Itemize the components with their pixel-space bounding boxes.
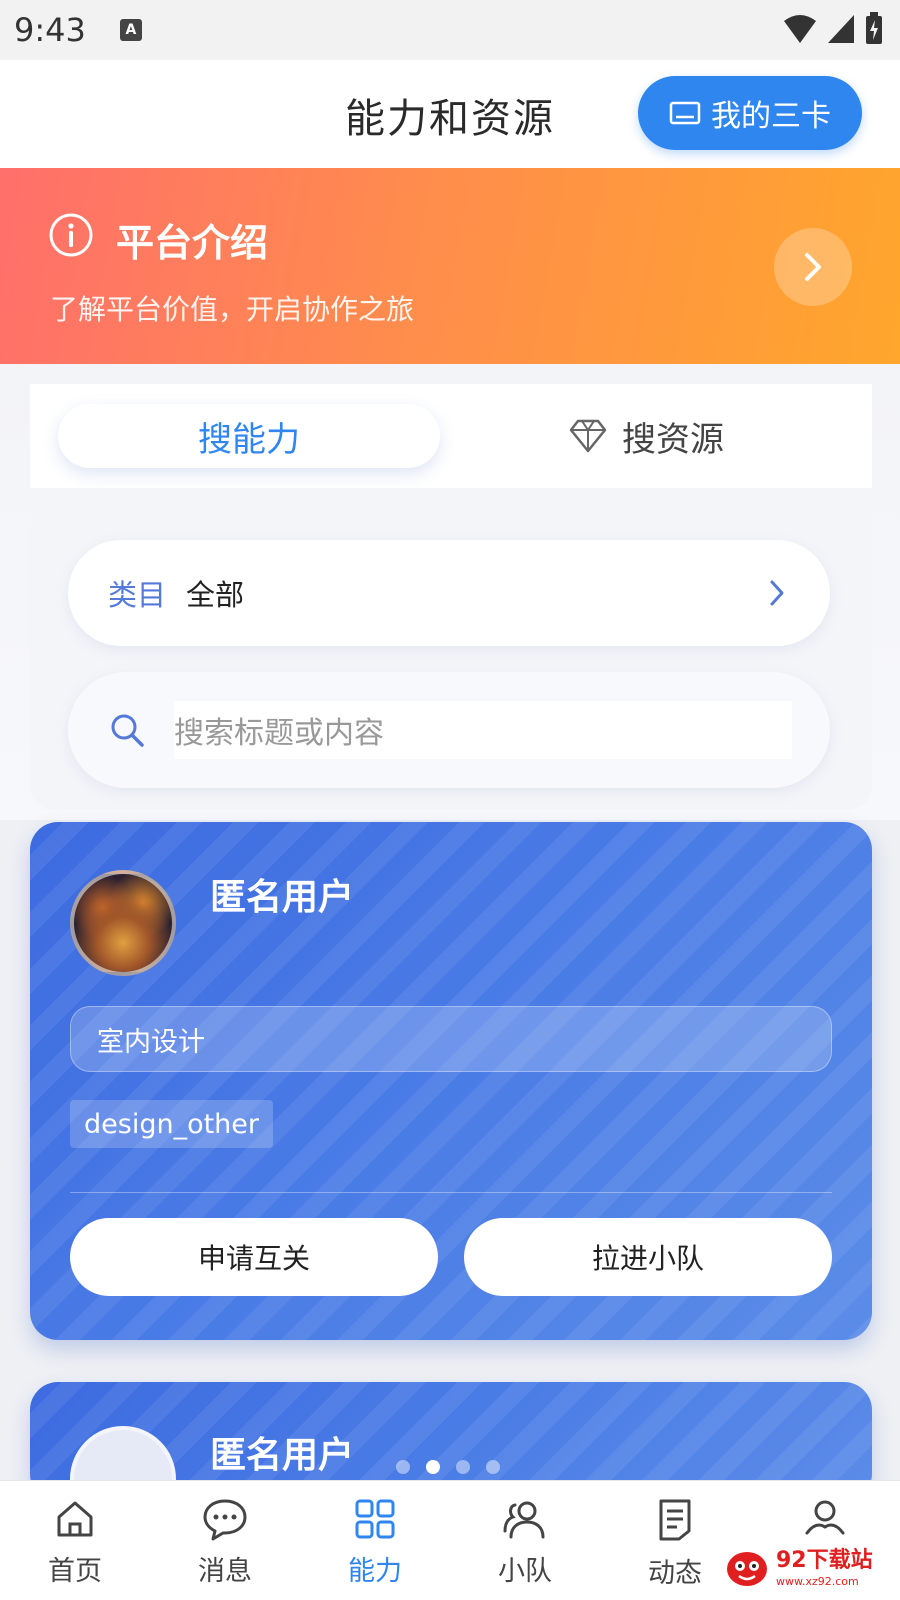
- tab-search-ability-label: 搜能力: [198, 419, 300, 460]
- nav-label: 首页: [48, 1556, 102, 1587]
- nav-label: 能力: [348, 1556, 402, 1587]
- category-selector[interactable]: 类目 全部: [68, 540, 830, 646]
- category-value: 全部: [186, 578, 245, 612]
- my-cards-label: 我的三卡: [711, 99, 831, 134]
- profile-icon: [805, 1500, 845, 1535]
- nav-label: 动态: [648, 1558, 702, 1589]
- nav-item-home[interactable]: 首页: [0, 1481, 150, 1600]
- search-input[interactable]: 搜索标题或内容: [174, 701, 792, 759]
- pager-dot[interactable]: [486, 1460, 500, 1474]
- card-icon: [669, 101, 701, 125]
- banner-title: 平台介绍: [116, 221, 269, 265]
- home-icon: [57, 1501, 93, 1537]
- platform-intro-banner[interactable]: 平台介绍 了解平台价值，开启协作之旅: [0, 168, 900, 364]
- avatar: [70, 870, 176, 976]
- notification-icon: A: [119, 19, 142, 41]
- tab-search-resource-label: 搜资源: [622, 419, 724, 460]
- watermark-url: www.xz92.com: [776, 1574, 859, 1588]
- tab-search-resource[interactable]: 搜资源: [568, 404, 768, 468]
- info-icon: [49, 213, 93, 257]
- user-card[interactable]: 匿名用户 室内设计 design_other 申请互关 拉进小队: [30, 822, 872, 1340]
- team-icon: [503, 1501, 545, 1539]
- skill-tag: design_other: [70, 1100, 273, 1148]
- user-name: 匿名用户: [210, 1435, 355, 1476]
- pager-dot[interactable]: [396, 1460, 410, 1474]
- app-header: 能力和资源 我的三卡: [0, 60, 900, 168]
- search-icon: [111, 714, 144, 747]
- watermark: 92下载站 www.xz92.com: [724, 1540, 894, 1596]
- nav-item-ability[interactable]: 能力: [300, 1481, 450, 1600]
- nav-item-messages[interactable]: 消息: [150, 1481, 300, 1600]
- pager-dots: [396, 1460, 500, 1474]
- search-bar[interactable]: 搜索标题或内容: [68, 672, 830, 788]
- nav-item-team[interactable]: 小队: [450, 1481, 600, 1600]
- my-cards-button[interactable]: 我的三卡: [638, 76, 862, 150]
- mascot-logo-icon: [727, 1552, 767, 1586]
- status-bar: 9:43 A: [0, 0, 900, 60]
- status-icons: [782, 12, 884, 46]
- chevron-right-icon: [805, 253, 821, 281]
- message-icon: [203, 1499, 247, 1541]
- pager-dot[interactable]: [456, 1460, 470, 1474]
- status-time: 9:43: [14, 11, 86, 49]
- follow-request-button[interactable]: 申请互关: [70, 1218, 438, 1296]
- user-name: 匿名用户: [210, 877, 355, 918]
- nav-label: 小队: [498, 1556, 552, 1587]
- signal-icon: [828, 15, 854, 43]
- tab-search-ability[interactable]: 搜能力: [58, 404, 440, 468]
- card-divider: [70, 1192, 832, 1193]
- invite-to-team-button[interactable]: 拉进小队: [464, 1218, 832, 1296]
- pager-dot[interactable]: [426, 1460, 440, 1474]
- banner-arrow-button[interactable]: [774, 228, 852, 306]
- watermark-text: 92下载站: [776, 1547, 873, 1573]
- skill-label: 室内设计: [70, 1006, 832, 1072]
- diamond-icon: [569, 419, 607, 453]
- grid-icon: [355, 1499, 395, 1539]
- nav-label: 消息: [198, 1556, 252, 1587]
- banner-subtitle: 了解平台价值，开启协作之旅: [50, 293, 415, 326]
- battery-icon: [866, 12, 882, 44]
- chevron-right-icon: [770, 580, 784, 606]
- wifi-icon: [784, 15, 816, 43]
- document-icon: [659, 1499, 691, 1541]
- category-label: 类目: [108, 578, 167, 612]
